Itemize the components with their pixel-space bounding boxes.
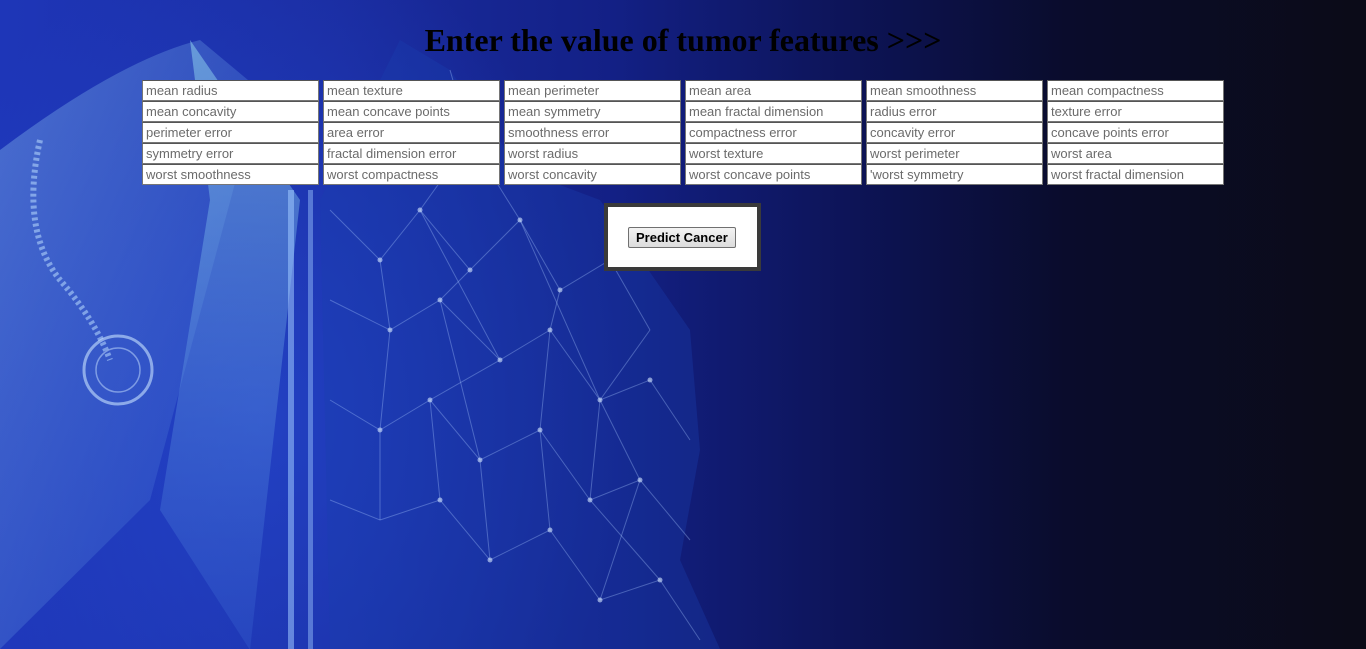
compactness-error-input[interactable]: [685, 122, 862, 143]
feature-input-grid: [142, 80, 1232, 185]
radius-error-input[interactable]: [866, 101, 1043, 122]
perimeter-error-input[interactable]: [142, 122, 319, 143]
mean-smoothness-input[interactable]: [866, 80, 1043, 101]
concavity-error-input[interactable]: [866, 122, 1043, 143]
concave-points-error-input[interactable]: [1047, 122, 1224, 143]
smoothness-error-input[interactable]: [504, 122, 681, 143]
worst-concavity-input[interactable]: [504, 164, 681, 185]
worst-perimeter-input[interactable]: [866, 143, 1043, 164]
mean-symmetry-input[interactable]: [504, 101, 681, 122]
worst-texture-input[interactable]: [685, 143, 862, 164]
area-error-input[interactable]: [323, 122, 500, 143]
worst-fractal-dimension-input[interactable]: [1047, 164, 1224, 185]
worst-concave-points-input[interactable]: [685, 164, 862, 185]
mean-concave-points-input[interactable]: [323, 101, 500, 122]
mean-perimeter-input[interactable]: [504, 80, 681, 101]
worst-radius-input[interactable]: [504, 143, 681, 164]
mean-texture-input[interactable]: [323, 80, 500, 101]
submit-panel: Predict Cancer: [604, 203, 761, 271]
symmetry-error-input[interactable]: [142, 143, 319, 164]
worst-compactness-input[interactable]: [323, 164, 500, 185]
texture-error-input[interactable]: [1047, 101, 1224, 122]
mean-radius-input[interactable]: [142, 80, 319, 101]
mean-area-input[interactable]: [685, 80, 862, 101]
mean-compactness-input[interactable]: [1047, 80, 1224, 101]
predict-cancer-button[interactable]: Predict Cancer: [628, 227, 736, 248]
tumor-features-form: [142, 80, 1232, 185]
worst-symmetry-input[interactable]: [866, 164, 1043, 185]
page-title: Enter the value of tumor features >>>: [424, 22, 942, 58]
fractal-dimension-error-input[interactable]: [323, 143, 500, 164]
mean-concavity-input[interactable]: [142, 101, 319, 122]
worst-area-input[interactable]: [1047, 143, 1224, 164]
worst-smoothness-input[interactable]: [142, 164, 319, 185]
mean-fractal-dimension-input[interactable]: [685, 101, 862, 122]
